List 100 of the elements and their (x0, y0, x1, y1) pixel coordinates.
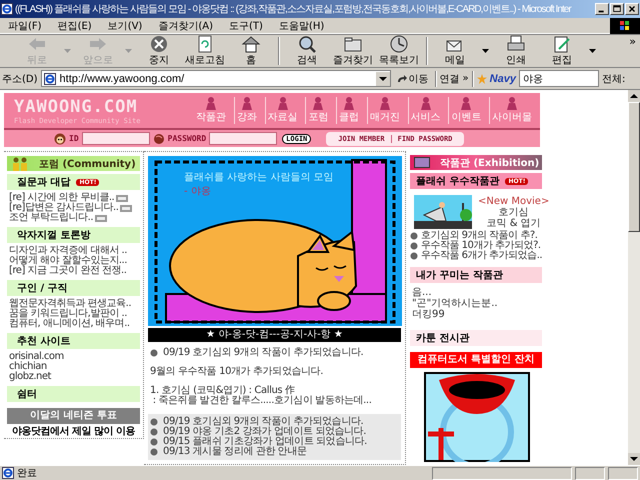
password-label: PASSWORD (168, 134, 206, 143)
post-link[interactable]: 어떻게 해야 잘할수있는지... (9, 256, 127, 266)
post-link[interactable]: 컴퓨터, 애니메이션, 배우며.. (9, 319, 130, 329)
section-header[interactable]: 내가 꾸미는 작품관 (410, 267, 542, 283)
post-link[interactable]: [re] 시간에 의한 무비클.. (9, 193, 114, 203)
search-field[interactable]: 야옹 (518, 70, 599, 87)
post-link[interactable]: 디자인과 자격증에 대해서 .. (9, 246, 127, 256)
toolbar-button[interactable]: 검색 (284, 35, 330, 67)
menu-item[interactable]: 편집(E) (58, 18, 92, 32)
password-field[interactable] (209, 132, 278, 145)
post-link[interactable]: chichian (9, 362, 47, 372)
post-link[interactable]: orisinal.com (9, 352, 64, 362)
star-icon (476, 74, 487, 84)
vertical-scrollbar[interactable] (628, 90, 640, 465)
section-title[interactable]: 쉼터 (17, 387, 37, 401)
edit-icon (552, 35, 572, 53)
notice-link[interactable]: 09/19 호기심외 9개의 작품이 추가되었습니다. (163, 348, 364, 358)
home-icon (241, 35, 261, 53)
toolbar-button[interactable]: 편집 (539, 35, 585, 67)
caret-icon[interactable] (589, 49, 596, 53)
menu-item[interactable]: 도움말(H) (278, 18, 324, 32)
id-label: ID (69, 134, 79, 143)
bullet-icon (150, 448, 158, 456)
toolbar-button[interactable]: 인쇄 (493, 35, 539, 67)
toolbar-button[interactable]: 홈 (228, 35, 274, 67)
menu-item[interactable]: 즐겨찾기(A) (158, 18, 213, 32)
browser-icon (1, 3, 13, 15)
close-icon[interactable] (625, 3, 639, 15)
notice-link[interactable]: 09/19 야옹 기초2 강좌가 업데이트 되었습니다. (163, 427, 366, 437)
id-field[interactable] (82, 132, 150, 145)
notice-link[interactable]: 09/19 호기심외 9개의 작품이 추가되었습니다. (163, 417, 364, 427)
post-link[interactable]: 음... (412, 287, 498, 298)
caret-icon[interactable] (482, 49, 489, 53)
status-pane (608, 466, 638, 480)
lips-ad-drawing[interactable] (424, 372, 530, 462)
section-header[interactable]: 악자지껄 토론방 (7, 227, 140, 243)
maximize-icon[interactable] (610, 3, 624, 15)
toolbar-button[interactable]: 목록보기 (376, 35, 422, 67)
bullet-icon (150, 438, 158, 446)
notice-text: 9월의 우수작품 10개가 추가되었습니다. (149, 367, 324, 377)
post-link[interactable]: 웹전문자격취득과 편생교육.. (9, 299, 132, 309)
post-link[interactable]: "곤"기억하시는분.. (412, 298, 498, 309)
dropdown-button-icon[interactable] (376, 72, 390, 86)
section-title[interactable]: 질문과 대답 (17, 175, 70, 189)
section-title[interactable]: 악자지껄 토론방 (17, 228, 90, 242)
section-header[interactable]: 카툰 전시관 (410, 330, 542, 346)
post-link[interactable]: globz.net (9, 372, 51, 382)
smiley-icon (54, 132, 66, 144)
figure-icon (276, 97, 290, 110)
post-link[interactable]: 조언 부탁드립니다.. (9, 213, 94, 223)
figure-icon (418, 97, 432, 110)
figure-icon (311, 97, 326, 110)
post-link[interactable]: 호기심외 9개의 작품이 추?. (421, 231, 538, 241)
folder-icon (343, 35, 363, 53)
page-icon (44, 72, 56, 84)
notice-link[interactable]: 09/13 게시물 정리에 관한 안내문 (163, 447, 307, 457)
post-link[interactable]: 우수작품 10개가 추가되었?. (421, 241, 541, 251)
section-header[interactable]: 구인 / 구직 (7, 280, 140, 296)
bullet-icon (150, 428, 158, 436)
people-icon (11, 156, 29, 170)
post-link[interactable]: [re] 지금 그곳이 완전 전쟁.. (9, 266, 126, 276)
toolbar-button[interactable]: 중지 (136, 35, 182, 67)
links-overflow-button[interactable]: » (462, 73, 469, 84)
section-title[interactable]: 추천 사이트 (17, 334, 70, 348)
section-header[interactable]: 쉼터 (7, 386, 140, 402)
figure-icon (378, 97, 392, 110)
status-text: 완료 (17, 467, 38, 480)
stop-icon (149, 35, 169, 53)
figure-icon (459, 97, 474, 110)
search-icon (297, 35, 317, 53)
section-title[interactable]: 플래쉬 우수작품관 (416, 174, 500, 188)
links-label[interactable]: 연결 (440, 72, 460, 86)
scrollbar-thumb[interactable] (628, 102, 640, 232)
promo-header: 컴퓨터도서 특별할인 잔치 (410, 352, 542, 368)
post-link[interactable]: 우수작품 6개가 추가되었습.. (421, 251, 542, 261)
ball-icon (152, 132, 165, 144)
minimize-icon[interactable] (595, 3, 609, 15)
notice-text: 1. 호기심 (코믹&엽기) : Callus 作 : 죽은쥐를 발견한 칼루스.....호기심이 발동하는데... (149, 386, 372, 406)
movie-title[interactable]: 호기심 (478, 206, 550, 218)
section-header[interactable]: 추천 사이트 (7, 333, 140, 349)
poll-question: 야옹닷컴에서 제일 많이 이용 (11, 426, 136, 438)
menu-item[interactable]: 보기(V) (108, 18, 142, 32)
address-field[interactable]: http://www.yawoong.com/ (40, 70, 391, 87)
notice-link[interactable]: 09/15 플래쉬 기초강좌가 업데이트 되었습니다. (163, 437, 367, 447)
toolbar-button[interactable]: 즐겨찾기 (330, 35, 376, 67)
toolbar-overflow-button[interactable]: » (629, 35, 636, 48)
clock-icon (389, 35, 409, 53)
go-button[interactable]: 이동 (394, 72, 432, 86)
movie-tag: <New Movie> (478, 196, 550, 206)
movie-genre: 코믹 & 엽기 (486, 218, 542, 228)
post-link[interactable]: [re]답변은 감사드립니다.. (9, 203, 118, 213)
section-title[interactable]: 구인 / 구직 (17, 281, 68, 295)
movie-thumbnail-drawing[interactable] (414, 195, 472, 229)
post-link[interactable]: 꿈을 키워드립니다,발판이 .. (9, 309, 127, 319)
toolbar-button[interactable]: 메일 (432, 35, 478, 67)
banner-subtitle: - 야옹 (184, 185, 212, 198)
toolbar-button[interactable]: 새로고침 (182, 35, 228, 67)
menu-item[interactable]: 도구(T) (229, 18, 263, 32)
post-link[interactable]: 더킹99 (412, 309, 498, 320)
menu-item[interactable]: 파일(F) (8, 18, 42, 32)
